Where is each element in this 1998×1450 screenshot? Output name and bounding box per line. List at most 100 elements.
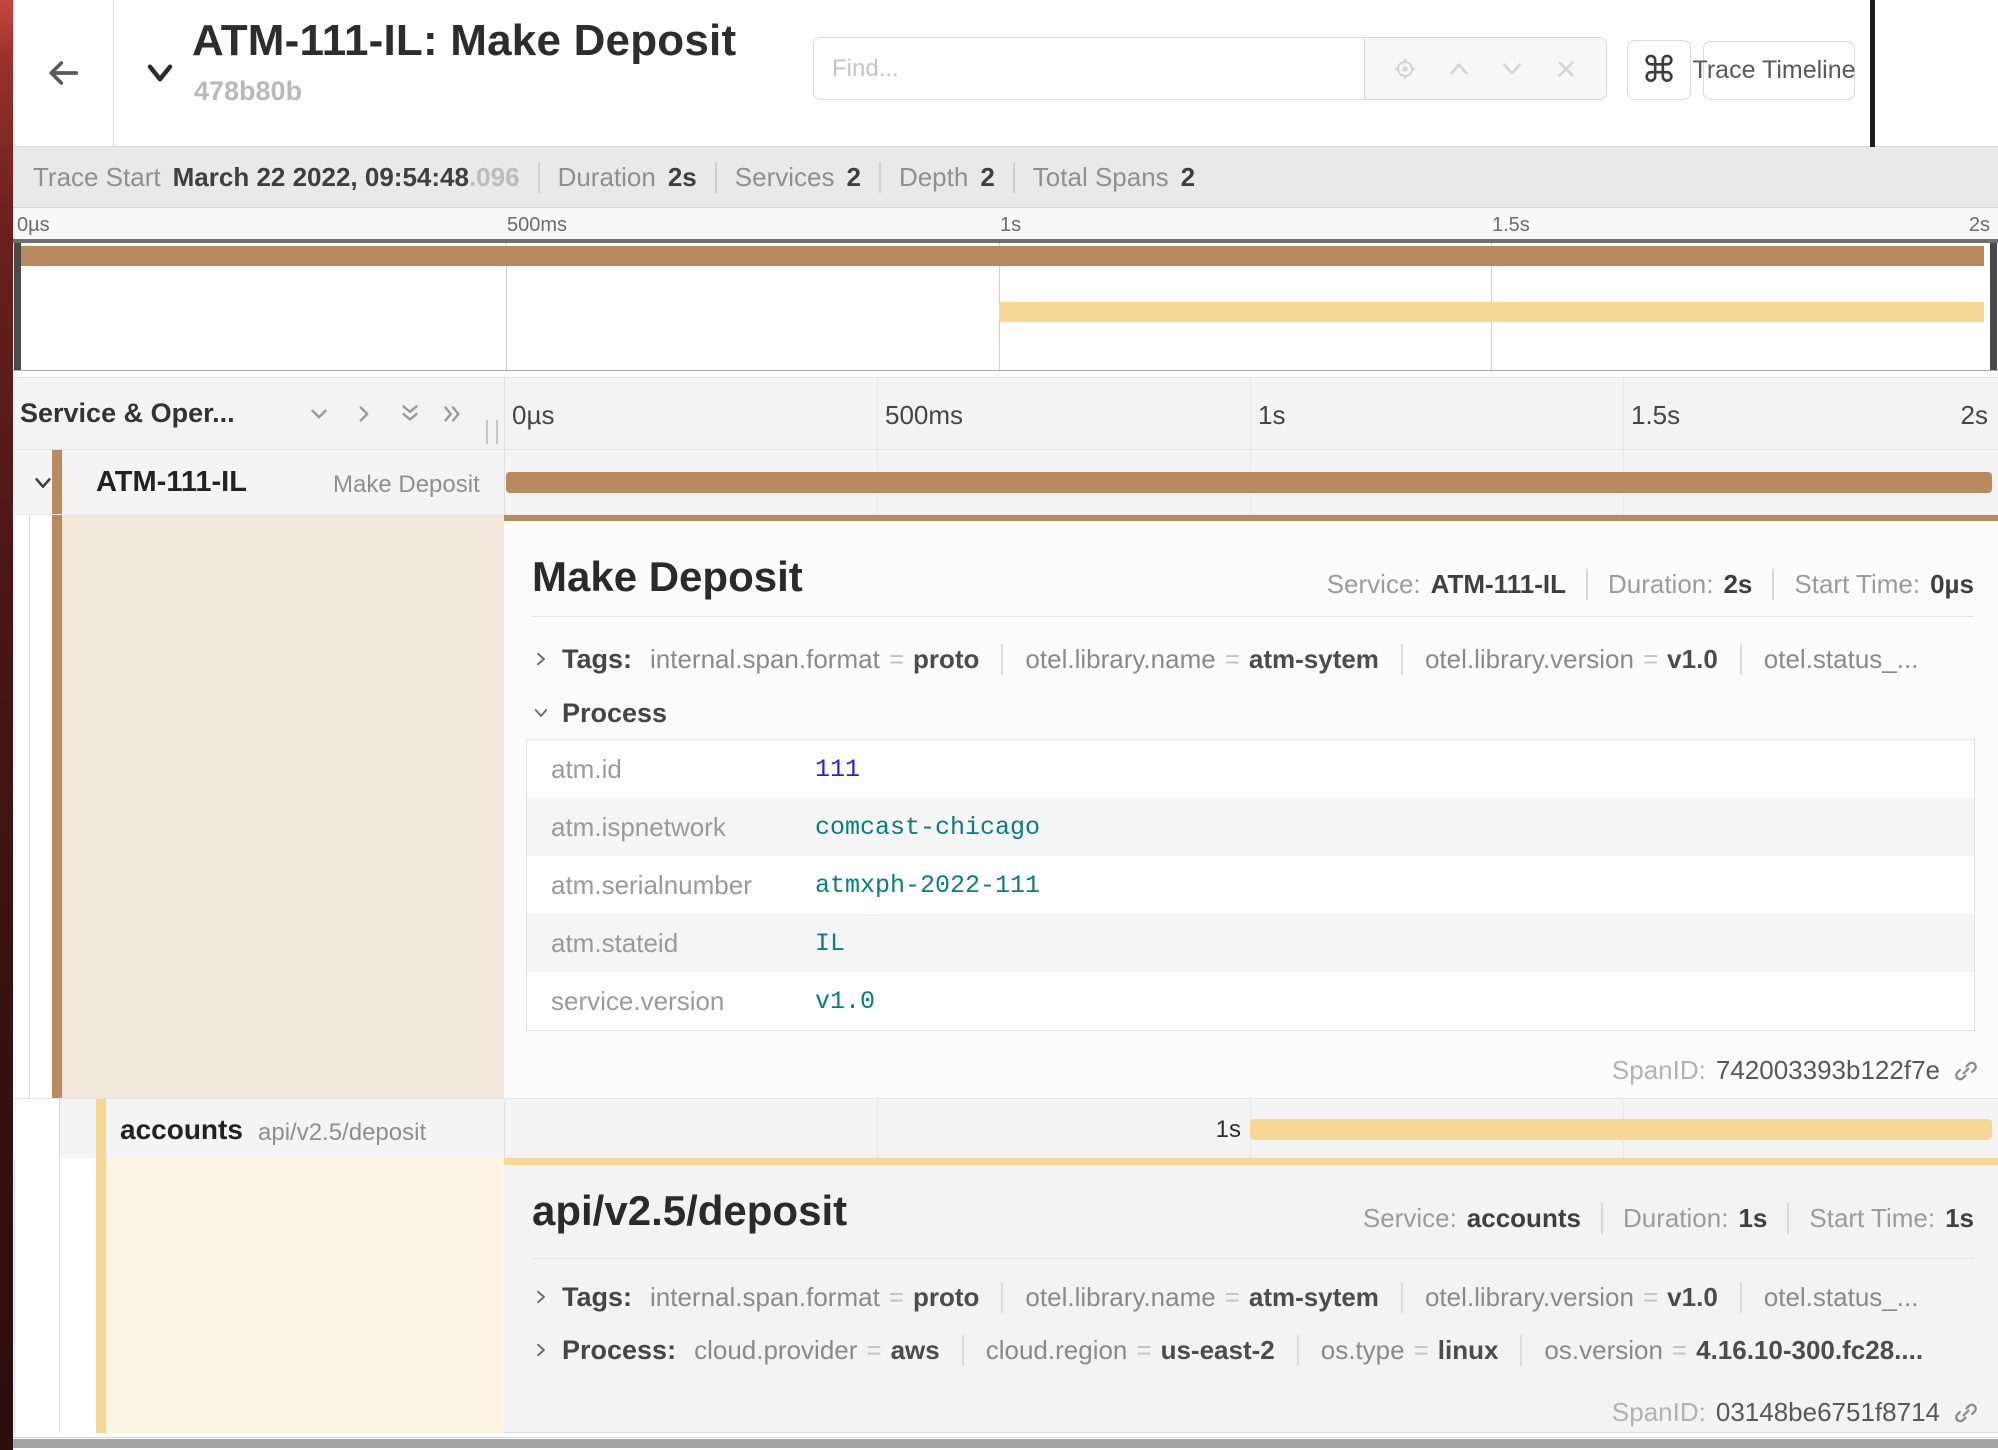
process-summary-row: Process: cloud.provider=aws cloud.region…: [532, 1330, 1988, 1370]
divider: [13, 1437, 1998, 1438]
timeline-grid-header: Service & Oper... 0µs 500ms 1s 1.5s 2s: [13, 377, 1998, 450]
back-button[interactable]: [13, 0, 114, 147]
span-detail-title: Make Deposit: [532, 553, 803, 601]
span-service-name: accounts: [120, 1114, 243, 1146]
span-service-name: ATM-111-IL: [96, 466, 247, 499]
find-clear-close-icon[interactable]: [1553, 56, 1579, 82]
expand-one-chevron-right-icon[interactable]: [351, 401, 377, 427]
trace-view-label: Trace Timeline: [1693, 56, 1856, 85]
minimap-tick: 500ms: [507, 214, 567, 237]
tag-chip: internal.span.format=proto: [650, 1282, 979, 1313]
find-group: [813, 37, 1607, 100]
arrow-left-icon: [43, 53, 83, 93]
process-table: atm.id 111 atm.ispnetwork comcast-chicag…: [526, 739, 1975, 1031]
minimap-left-drag-handle[interactable]: [14, 243, 21, 370]
minimap-tick-labels: 0µs 500ms 1s 1.5s 2s: [13, 208, 1998, 239]
find-controls: [1365, 37, 1607, 100]
indent-guide: [59, 1158, 60, 1433]
trace-services: Services 2: [715, 162, 861, 193]
span-detail-indent-background: [62, 515, 504, 1100]
collapse-all-double-chevron-down-icon[interactable]: [397, 401, 423, 427]
trace-id-short: 478b80b: [194, 76, 302, 107]
tag-chip: otel.library.version=v1.0: [1401, 644, 1718, 675]
span-detail-panel: api/v2.5/deposit Service:accounts Durati…: [504, 1158, 1998, 1433]
span-color-stripe: [96, 1158, 106, 1433]
span-operation-name: Make Deposit: [333, 471, 480, 499]
process-expander[interactable]: Process: [532, 698, 667, 729]
chevron-down-icon: [532, 704, 550, 722]
timeline-minimap[interactable]: [13, 239, 1998, 371]
expand-all-double-chevron-right-icon[interactable]: [440, 401, 466, 427]
process-chip: os.version=4.16.10-300.fc28....: [1520, 1335, 1923, 1366]
span-color-stripe: [52, 515, 62, 1100]
span-detail-row-api-deposit: api/v2.5/deposit Service:accounts Durati…: [13, 1158, 1998, 1433]
find-prev-chevron-up-icon[interactable]: [1446, 56, 1472, 82]
focus-target-icon[interactable]: [1392, 56, 1418, 82]
service-operation-column-header: Service & Oper...: [20, 398, 235, 429]
chevron-right-icon: [532, 1288, 550, 1306]
table-row: atm.id 111: [527, 740, 1974, 798]
span-bar-duration-label: 1s: [1103, 1116, 1241, 1144]
table-row: atm.ispnetwork comcast-chicago: [527, 798, 1974, 856]
tag-chip: otel.library.name=atm-sytem: [1001, 644, 1379, 675]
minimap-tick: 2s: [1969, 214, 1990, 237]
indent-guide: [59, 1099, 60, 1158]
process-expander[interactable]: Process:: [532, 1335, 676, 1366]
trace-depth: Depth 2: [879, 162, 995, 193]
span-row-atm-111-il[interactable]: ATM-111-IL Make Deposit: [13, 450, 1998, 515]
ruler-gridline: [1623, 378, 1624, 449]
tag-chip-truncated: otel.status_...: [1740, 1282, 1919, 1313]
span-duration-bar[interactable]: [506, 472, 1992, 493]
ruler-tick: 1s: [1258, 400, 1285, 431]
indent-guide: [14, 1158, 15, 1433]
span-duration-bar[interactable]: [1250, 1119, 1992, 1140]
minimap-span-bar-1: [14, 246, 1984, 266]
process-chip: cloud.region=us-east-2: [962, 1335, 1275, 1366]
ruler-gridline: [877, 378, 878, 449]
span-detail-meta: Service:ATM-111-IL Duration:2s Start Tim…: [1327, 569, 1974, 600]
span-color-stripe: [52, 450, 62, 514]
minimap-right-drag-handle[interactable]: [1990, 243, 1997, 370]
window-edge-strip: [0, 0, 13, 1450]
divider: [532, 1258, 1974, 1259]
table-row: atm.stateid IL: [527, 914, 1974, 972]
horizontal-scrollbar[interactable]: [13, 1439, 1998, 1448]
find-input[interactable]: [813, 37, 1365, 100]
tags-expander[interactable]: Tags:: [532, 1282, 632, 1313]
tag-chip: internal.span.format=proto: [650, 644, 979, 675]
ruler-tick: 1.5s: [1631, 400, 1680, 431]
ruler-tick: 500ms: [885, 400, 963, 431]
trace-start: Trace Start March 22 2022, 09:54:48.096: [33, 162, 520, 193]
collapse-one-chevron-down-icon[interactable]: [306, 401, 332, 427]
expander-gutter: [13, 1099, 60, 1158]
minimap-tick: 1.5s: [1492, 214, 1530, 237]
collapse-trace-chevron-icon[interactable]: [139, 58, 181, 88]
table-row: service.version v1.0: [527, 972, 1974, 1030]
divider: [532, 616, 1974, 617]
span-color-stripe: [96, 1099, 106, 1158]
span-detail-meta: Service:accounts Duration:1s Start Time:…: [1363, 1203, 1974, 1234]
process-chip: os.type=linux: [1297, 1335, 1499, 1366]
trace-total-spans: Total Spans 2: [1013, 162, 1195, 193]
column-divider: [504, 1099, 505, 1158]
tags-expander[interactable]: Tags:: [532, 644, 632, 675]
span-id: SpanID: 742003393b122f7e: [1612, 1055, 1980, 1086]
span-operation-name: api/v2.5/deposit: [258, 1119, 426, 1147]
link-icon[interactable]: [1952, 1057, 1980, 1085]
find-next-chevron-down-icon[interactable]: [1499, 56, 1525, 82]
process-row: Process: [532, 693, 1988, 733]
trace-view-selector[interactable]: Trace Timeline: [1703, 41, 1855, 100]
chevron-right-icon: [532, 650, 550, 668]
link-icon[interactable]: [1952, 1399, 1980, 1427]
keyboard-shortcuts-button[interactable]: ⌘: [1627, 40, 1691, 100]
command-icon: ⌘: [1641, 50, 1677, 91]
column-resizer-grip[interactable]: [486, 420, 498, 444]
tags-row: Tags: internal.span.format=proto otel.li…: [532, 639, 1988, 679]
process-chip: cloud.provider=aws: [694, 1335, 940, 1366]
span-row-accounts[interactable]: accounts api/v2.5/deposit 1s: [13, 1098, 1998, 1158]
span-detail-title: api/v2.5/deposit: [532, 1187, 847, 1235]
chevron-right-icon: [532, 1341, 550, 1359]
row-gridline: [877, 1099, 878, 1158]
minimap-tick: 0µs: [17, 214, 50, 237]
tag-chip: otel.library.name=atm-sytem: [1001, 1282, 1379, 1313]
